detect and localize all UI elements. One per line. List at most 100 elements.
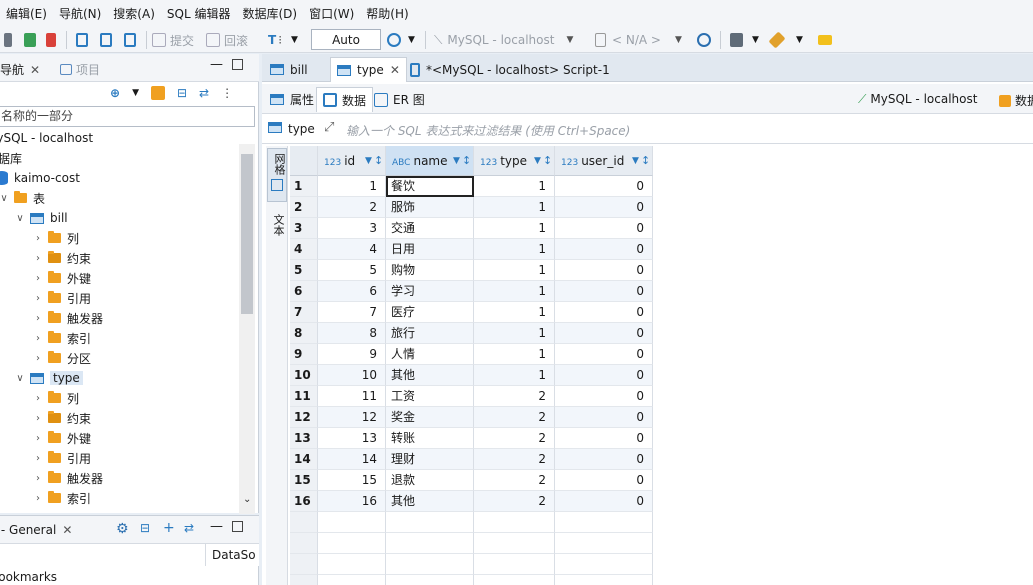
chevron-right-icon[interactable]: › — [32, 273, 44, 284]
link-editor-icon[interactable]: ⇄ — [184, 521, 194, 535]
row-number[interactable]: 7 — [290, 302, 318, 323]
row-number[interactable]: 3 — [290, 218, 318, 239]
table-cell[interactable]: 0 — [555, 344, 653, 365]
close-icon[interactable]: ✕ — [390, 63, 400, 77]
maximize-icon[interactable] — [232, 521, 243, 532]
table-cell[interactable]: 退款 — [386, 470, 474, 491]
chevron-right-icon[interactable]: › — [32, 453, 44, 464]
table-cell[interactable]: 0 — [555, 281, 653, 302]
row-number[interactable]: 15 — [290, 470, 318, 491]
scroll-down-icon[interactable]: ⌄ — [243, 494, 251, 505]
menu-edit[interactable]: 编辑(E) — [0, 5, 53, 22]
column-header-user-id[interactable]: 123 user_id — [555, 146, 653, 176]
tree-item[interactable]: › 引用 — [32, 288, 91, 308]
print-icon[interactable] — [730, 30, 743, 50]
table-cell[interactable]: 2 — [318, 197, 386, 218]
row-number[interactable]: 4 — [290, 239, 318, 260]
chevron-right-icon[interactable]: › — [32, 473, 44, 484]
table-cell[interactable]: 0 — [555, 260, 653, 281]
table-cell[interactable]: 交通 — [386, 218, 474, 239]
table-cell[interactable]: 1 — [474, 239, 555, 260]
table-cell[interactable]: 4 — [318, 239, 386, 260]
table-cell[interactable]: 1 — [474, 176, 555, 197]
tab-project-general[interactable]: Project - General✕ — [0, 523, 72, 537]
row-number[interactable]: 13 — [290, 428, 318, 449]
table-cell[interactable]: 2 — [474, 470, 555, 491]
commit-button[interactable]: 提交 — [152, 30, 194, 50]
table-cell[interactable]: 1 — [474, 197, 555, 218]
tab-database-navigator[interactable]: 库导航✕ — [0, 61, 40, 78]
row-number[interactable]: 5 — [290, 260, 318, 281]
table-cell[interactable]: 13 — [318, 428, 386, 449]
tree-item[interactable]: › 索引 — [32, 328, 91, 348]
table-cell[interactable]: 0 — [555, 449, 653, 470]
chevron-right-icon[interactable]: › — [32, 433, 44, 444]
chevron-down-icon[interactable]: ∨ — [14, 213, 26, 224]
chevron-right-icon[interactable]: › — [32, 293, 44, 304]
row-number[interactable]: 10 — [290, 365, 318, 386]
table-cell[interactable]: 其他 — [386, 365, 474, 386]
text-view-button[interactable]: 文本 — [267, 210, 287, 260]
table-cell[interactable]: 1 — [474, 344, 555, 365]
navigator-filter-input[interactable]: 名称的一部分 — [0, 106, 255, 127]
table-cell[interactable]: 10 — [318, 365, 386, 386]
table-cell[interactable]: 0 — [555, 365, 653, 386]
row-number[interactable]: 12 — [290, 407, 318, 428]
chevron-right-icon[interactable]: › — [32, 233, 44, 244]
tree-item[interactable]: › 分区 — [32, 348, 91, 368]
chevron-right-icon[interactable]: › — [32, 493, 44, 504]
subtab-er-diagram[interactable]: ER 图 — [368, 87, 431, 112]
tab-projects[interactable]: 项目 — [60, 61, 100, 78]
tree-item[interactable]: ∨ 表 — [0, 188, 45, 208]
chevron-right-icon[interactable]: › — [32, 393, 44, 404]
chevron-down-icon[interactable]: ∨ — [14, 373, 26, 384]
gear-icon[interactable]: ⚙ — [116, 521, 129, 537]
tree-item[interactable]: › 外键 — [32, 268, 91, 288]
table-cell[interactable]: 0 — [555, 239, 653, 260]
table-cell[interactable]: 服饰 — [386, 197, 474, 218]
chevron-down-icon[interactable]: ▼ — [408, 30, 415, 50]
transaction-mode-icon[interactable]: T ⁝ — [268, 30, 282, 50]
minimize-icon[interactable]: — — [210, 57, 223, 72]
more-icon[interactable]: ⋮ — [221, 86, 233, 100]
row-number[interactable]: 16 — [290, 491, 318, 512]
row-number[interactable]: 8 — [290, 323, 318, 344]
disconnect-icon[interactable] — [46, 30, 56, 50]
chevron-down-icon[interactable]: ▼ — [796, 30, 803, 50]
tree-item[interactable]: kaimo-cost — [0, 168, 80, 188]
expand-filter-icon[interactable]: ⤢ — [324, 120, 334, 135]
column-header-type[interactable]: 123 type — [474, 146, 555, 176]
connect-icon[interactable] — [24, 30, 36, 50]
tree-item[interactable]: ∨ bill — [14, 208, 67, 228]
tab-type[interactable]: type ✕ — [330, 57, 407, 82]
table-cell[interactable]: 2 — [474, 386, 555, 407]
active-connection-label[interactable]: ⟋ MySQL - localhost — [858, 92, 977, 107]
table-cell[interactable]: 医疗 — [386, 302, 474, 323]
chevron-down-icon[interactable]: ▼ — [752, 30, 759, 50]
table-cell[interactable]: 1 — [474, 281, 555, 302]
chevron-down-icon[interactable]: ▼ — [291, 30, 298, 50]
table-cell[interactable]: 0 — [555, 428, 653, 449]
table-cell[interactable]: 奖金 — [386, 407, 474, 428]
maximize-icon[interactable] — [232, 59, 243, 70]
tree-item[interactable]: ∨ type — [14, 368, 83, 388]
table-cell[interactable]: 1 — [474, 302, 555, 323]
minimize-icon[interactable]: — — [210, 519, 223, 534]
close-icon[interactable]: ✕ — [62, 523, 72, 537]
table-cell[interactable]: 7 — [318, 302, 386, 323]
chevron-right-icon[interactable]: › — [32, 333, 44, 344]
table-cell[interactable]: 0 — [555, 197, 653, 218]
expand-icon[interactable]: + — [163, 520, 175, 536]
table-cell[interactable]: 1 — [318, 176, 386, 197]
new-connection-icon[interactable]: ⊕ — [110, 86, 120, 100]
row-number[interactable]: 6 — [290, 281, 318, 302]
menu-sql-editor[interactable]: SQL 编辑器 — [161, 5, 237, 22]
tools-icon[interactable] — [768, 30, 786, 50]
table-cell[interactable]: 8 — [318, 323, 386, 344]
table-cell[interactable]: 2 — [474, 428, 555, 449]
table-cell[interactable]: 1 — [474, 365, 555, 386]
chevron-right-icon[interactable]: › — [32, 313, 44, 324]
table-cell[interactable]: 1 — [474, 323, 555, 344]
chevron-down-icon[interactable]: ▼ — [132, 88, 139, 98]
table-cell[interactable]: 日用 — [386, 239, 474, 260]
